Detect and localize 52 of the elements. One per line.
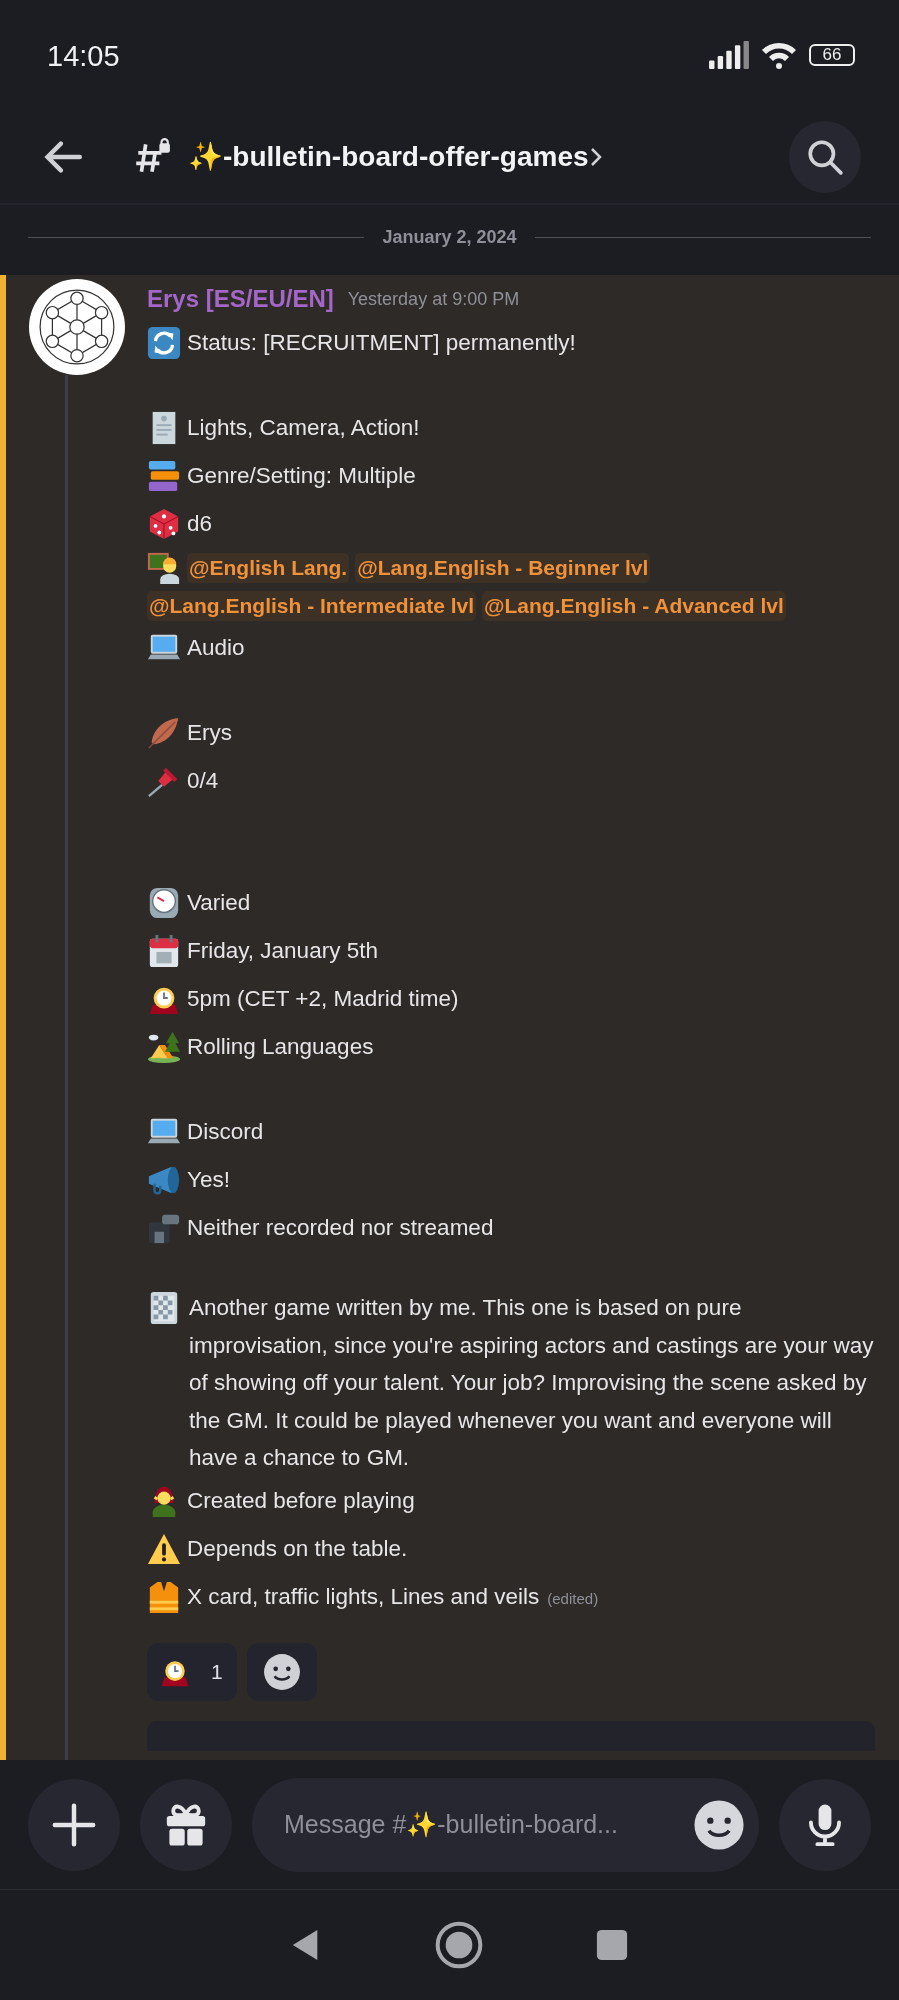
vest-icon <box>147 1579 181 1614</box>
clock-icon <box>147 886 181 920</box>
books-icon <box>147 459 181 493</box>
message-text: Created before playing <box>187 1487 415 1514</box>
plus-icon <box>51 1801 97 1848</box>
chevron-right-icon <box>588 146 603 167</box>
message-text: Neither recorded nor streamed <box>187 1215 494 1241</box>
camping-icon <box>147 1030 181 1064</box>
message-text: 5pm (CET +2, Madrid time) <box>187 986 459 1012</box>
message-text: Varied <box>187 890 251 916</box>
die-icon <box>147 507 181 541</box>
channel-title[interactable]: ✨-bulletin-board-offer-games <box>188 140 589 173</box>
smiley-icon <box>262 1652 301 1691</box>
message-text: Friday, January 5th <box>187 938 378 964</box>
battery-icon: 66 <box>809 44 855 66</box>
home-circle-icon <box>434 1921 483 1969</box>
message-text: Lights, Camera, Action! <box>187 415 420 441</box>
signal-icon <box>709 41 749 69</box>
teacher-icon <box>147 551 181 585</box>
refresh-icon <box>147 326 181 360</box>
search-icon <box>806 137 844 176</box>
message-text: Yes! <box>187 1167 230 1193</box>
message-text: Audio <box>187 635 245 661</box>
role-mention[interactable]: @English Lang. <box>187 553 350 583</box>
message-text: Discord <box>187 1119 264 1145</box>
recents-button[interactable] <box>594 1928 629 1962</box>
role-mention[interactable]: @Lang.English - Advanced lvl <box>482 591 786 621</box>
square-icon <box>594 1928 629 1962</box>
message-text: Status: [RECRUITMENT] permanently! <box>187 330 576 356</box>
message-text: Depends on the table. <box>187 1535 408 1562</box>
edited-label: (edited) <box>547 1590 599 1607</box>
date-divider: January 2, 2024 <box>382 227 517 248</box>
calendar-icon <box>147 934 181 968</box>
role-mention[interactable]: @Lang.English - Intermediate lvl <box>147 591 477 621</box>
message-field[interactable]: Message #✨-bulletin-board... <box>252 1777 759 1872</box>
message-input[interactable]: Message #✨-bulletin-board... <box>282 1809 683 1840</box>
clock-time: 14:05 <box>47 39 120 73</box>
reaction-button[interactable]: 1 <box>147 1642 237 1701</box>
message-text: X card, traffic lights, Lines and veils <box>187 1583 540 1610</box>
message-paragraph: Another game written by me. This one is based on pure improvisation, since you're aspiring actors and castings are your way of showing off your talent. Your job? Improvising the scene asked by the GM. It could be played whenever you want and everyone will have a chance to GM. <box>189 1294 875 1472</box>
emoji-icon <box>693 1798 745 1851</box>
add-reaction-button[interactable] <box>246 1642 317 1701</box>
timestamp: Yesterday at 9:00 PM <box>347 288 520 310</box>
home-button[interactable] <box>434 1921 483 1969</box>
message-text: Rolling Languages <box>187 1034 374 1060</box>
username[interactable]: Erys [ES/EU/EN] <box>147 285 334 313</box>
feather-icon <box>147 716 181 750</box>
message-text: Genre/Setting: Multiple <box>187 463 416 489</box>
message-text: Erys <box>187 720 232 746</box>
message-text: 0/4 <box>187 768 219 794</box>
message-text: d6 <box>187 511 213 537</box>
role-mention[interactable]: @Lang.English - Beginner lvl <box>355 553 651 583</box>
